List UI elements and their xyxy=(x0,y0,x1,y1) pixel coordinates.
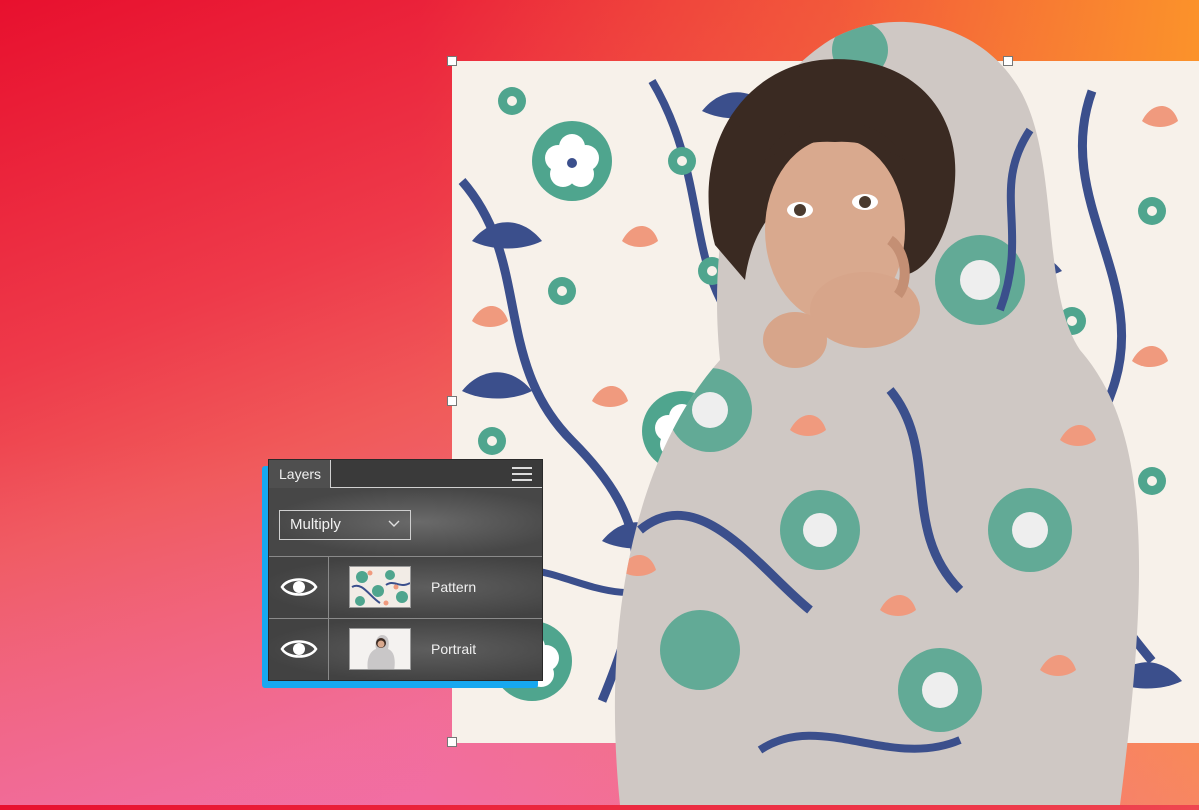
tab-layers[interactable]: Layers xyxy=(269,460,331,488)
layer-row-portrait[interactable]: Portrait xyxy=(269,618,542,680)
transform-handle-top-left[interactable] xyxy=(447,56,457,66)
panel-menu-icon[interactable] xyxy=(512,467,532,481)
panel-header: Layers xyxy=(269,460,542,488)
eye-icon xyxy=(280,578,318,596)
portrait-thumbnail xyxy=(349,628,411,670)
transform-handle-middle-left[interactable] xyxy=(447,396,457,406)
layers-panel: Layers Multiply Pattern Portrait xyxy=(268,459,543,681)
blend-mode-dropdown[interactable]: Multiply xyxy=(279,510,411,540)
visibility-toggle-portrait[interactable] xyxy=(269,619,329,680)
chevron-down-icon xyxy=(388,520,400,527)
visibility-toggle-pattern[interactable] xyxy=(269,557,329,618)
layer-row-pattern[interactable]: Pattern xyxy=(269,556,542,618)
blend-mode-value: Multiply xyxy=(290,516,341,533)
blend-mode-area: Multiply xyxy=(269,488,542,556)
transform-handle-bottom-left[interactable] xyxy=(447,737,457,747)
eye-icon xyxy=(280,640,318,658)
layer-name-pattern: Pattern xyxy=(431,579,477,595)
layer-name-portrait: Portrait xyxy=(431,641,477,657)
pattern-thumbnail xyxy=(349,566,411,608)
portrait-subject xyxy=(560,10,1180,806)
